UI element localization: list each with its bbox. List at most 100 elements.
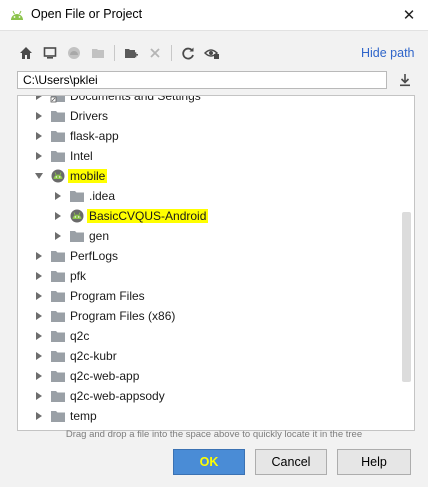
project-folder-button[interactable] — [86, 43, 110, 63]
help-button[interactable]: Help — [337, 449, 411, 475]
dialog-body: Hide path C:\Users\pklei Documents and S… — [0, 30, 428, 487]
android-project-button[interactable] — [62, 43, 86, 63]
window-title: Open File or Project — [31, 7, 143, 21]
chevron-right-icon[interactable] — [34, 106, 44, 126]
desktop-icon — [43, 47, 57, 59]
chevron-right-icon[interactable] — [53, 206, 63, 226]
desktop-button[interactable] — [38, 43, 62, 63]
chevron-right-icon[interactable] — [34, 286, 44, 306]
hide-path-link[interactable]: Hide path — [361, 46, 415, 60]
android-icon — [69, 208, 85, 224]
chevron-right-icon[interactable] — [34, 326, 44, 346]
toolbar — [14, 43, 224, 63]
tree-row[interactable]: Intel — [18, 146, 414, 166]
chevron-right-icon[interactable] — [53, 226, 63, 246]
refresh-button[interactable] — [176, 43, 200, 63]
tree-item-label: temp — [70, 409, 97, 423]
project-folder-icon — [92, 49, 104, 58]
folder-icon — [50, 408, 66, 424]
ok-button[interactable]: OK — [173, 449, 245, 475]
download-button[interactable] — [396, 71, 414, 89]
tree-item-label: flask-app — [70, 129, 119, 143]
path-field[interactable]: C:\Users\pklei — [17, 71, 387, 89]
chevron-right-icon[interactable] — [34, 126, 44, 146]
refresh-icon — [182, 47, 194, 60]
folder-icon — [50, 308, 66, 324]
android-icon — [50, 168, 66, 184]
folder-icon — [50, 148, 66, 164]
tree-item-label: q2c-web-app — [70, 369, 140, 383]
new-folder-icon — [125, 49, 138, 58]
tree-row[interactable]: Program Files (x86) — [18, 306, 414, 326]
folder-icon — [69, 228, 85, 244]
tree-row[interactable]: PerfLogs — [18, 246, 414, 266]
tree-item-label: BasicCVQUS-Android — [87, 209, 209, 223]
tree-item-label: pfk — [70, 269, 87, 283]
chevron-right-icon[interactable] — [34, 306, 44, 326]
tree-item-label: q2c-web-appsody — [70, 389, 165, 403]
tree-row[interactable]: q2c-web-app — [18, 366, 414, 386]
tree-row[interactable]: pfk — [18, 266, 414, 286]
close-button[interactable]: ✕ — [395, 3, 423, 27]
tree-item-label: mobile — [68, 169, 108, 183]
tree-row[interactable]: Program Files — [18, 286, 414, 306]
home-icon — [20, 47, 32, 59]
tree-item-label: q2c — [70, 329, 90, 343]
chevron-right-icon[interactable] — [34, 366, 44, 386]
chevron-right-icon[interactable] — [34, 266, 44, 286]
chevron-right-icon[interactable] — [34, 96, 44, 106]
android-project-icon — [68, 47, 80, 59]
folder-link-icon — [50, 96, 66, 104]
tree-row[interactable]: Drivers — [18, 106, 414, 126]
tree-row[interactable]: temp — [18, 406, 414, 426]
delete-button[interactable] — [143, 43, 167, 63]
chevron-right-icon[interactable] — [34, 246, 44, 266]
tree-row[interactable]: Documents and Settings — [18, 95, 414, 106]
folder-icon — [50, 108, 66, 124]
folder-icon — [50, 288, 66, 304]
folder-icon — [50, 248, 66, 264]
tree-row[interactable]: mobile — [18, 166, 414, 186]
close-icon: ✕ — [402, 7, 416, 24]
download-icon — [400, 74, 410, 87]
tree-item-label: Program Files — [70, 289, 145, 303]
title-bar: Open File or Project ✕ — [0, 0, 428, 30]
tree-row[interactable]: gen — [18, 226, 414, 246]
cancel-button[interactable]: Cancel — [255, 449, 327, 475]
tree-item-label: gen — [89, 229, 110, 243]
new-folder-button[interactable] — [119, 43, 143, 63]
file-tree[interactable]: Documents and Settings Drivers flask-app In… — [17, 95, 415, 431]
tree-row[interactable]: q2c-web-appsody — [18, 386, 414, 406]
folder-icon — [50, 388, 66, 404]
drag-drop-hint: Drag and drop a file into the space abov… — [65, 429, 363, 440]
tree-item-label: .idea — [89, 189, 116, 203]
chevron-right-icon[interactable] — [34, 346, 44, 366]
tree-row[interactable]: q2c-kubr — [18, 346, 414, 366]
tree-item-label: PerfLogs — [70, 249, 119, 263]
chevron-right-icon[interactable] — [34, 146, 44, 166]
folder-icon — [69, 188, 85, 204]
tree-row[interactable]: q2c — [18, 326, 414, 346]
toolbar-separator — [171, 45, 172, 61]
home-button[interactable] — [14, 43, 38, 63]
chevron-right-icon[interactable] — [53, 186, 63, 206]
delete-icon — [150, 48, 160, 58]
chevron-down-icon[interactable] — [34, 166, 44, 186]
tree-row[interactable]: BasicCVQUS-Android — [18, 206, 414, 226]
scrollbar-thumb[interactable] — [402, 212, 411, 382]
show-hidden-button[interactable] — [200, 43, 224, 63]
folder-icon — [50, 268, 66, 284]
folder-icon — [50, 128, 66, 144]
android-studio-icon — [9, 8, 25, 22]
toolbar-separator — [114, 45, 115, 61]
tree-row[interactable]: flask-app — [18, 126, 414, 146]
folder-icon — [50, 328, 66, 344]
folder-icon — [50, 368, 66, 384]
folder-icon — [50, 348, 66, 364]
tree-item-label: Intel — [70, 149, 93, 163]
tree-row[interactable]: .idea — [18, 186, 414, 206]
tree-item-label: Documents and Settings — [70, 95, 201, 103]
chevron-right-icon[interactable] — [34, 386, 44, 406]
show-hidden-icon — [204, 49, 219, 59]
chevron-right-icon[interactable] — [34, 406, 44, 426]
